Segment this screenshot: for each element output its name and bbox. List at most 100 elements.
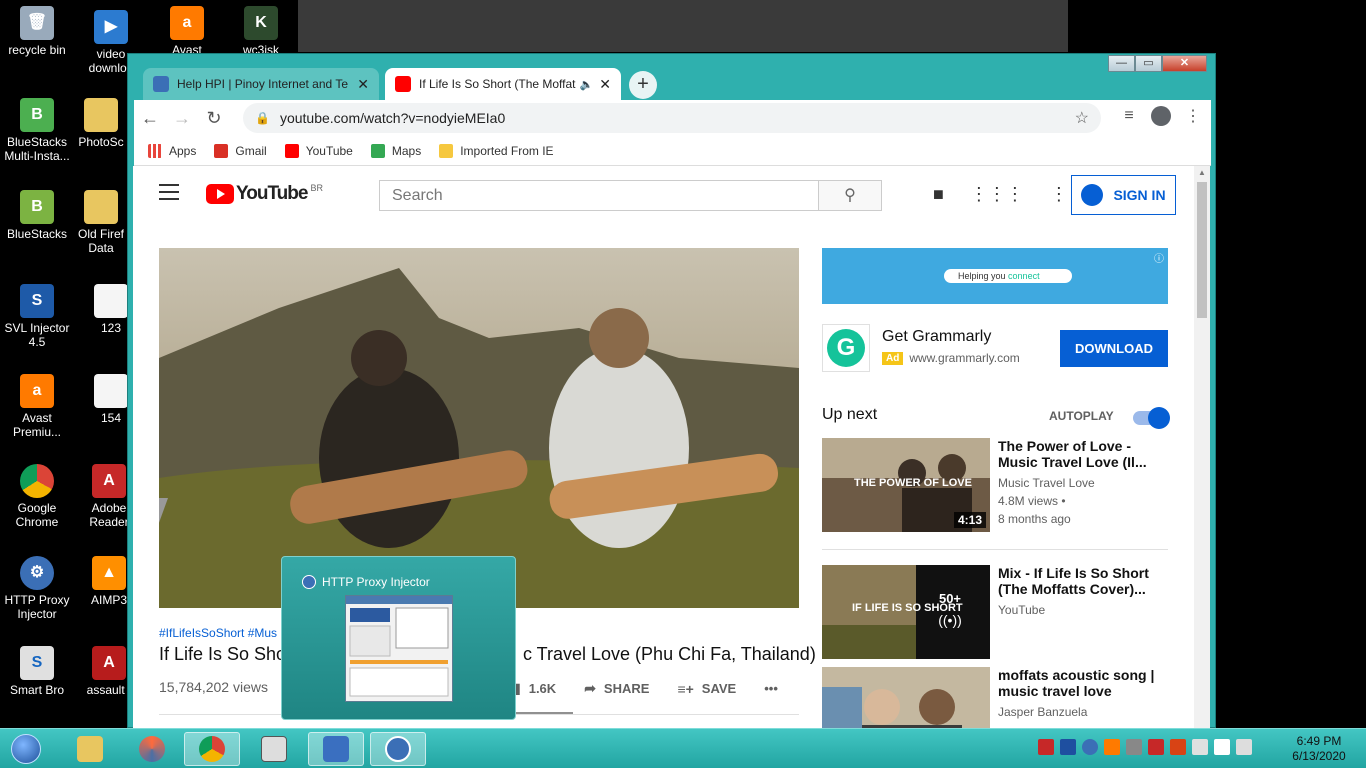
recommendation-channel: YouTube [998,603,1046,617]
system-clock[interactable]: 6:49 PM 6/13/2020 [1284,734,1354,764]
desktop-icon-recycle-bin[interactable]: 🗑 recycle bin [0,6,74,57]
recommendation-channel: Music Travel Love [998,476,1095,490]
clock-date: 6/13/2020 [1292,749,1346,763]
smart-bro-icon: S [20,646,54,680]
tray-volume-icon[interactable] [1192,739,1208,755]
app-swirl-icon [139,736,165,762]
taskbar-proxy-app[interactable] [308,732,364,766]
recommendation-title: The Power of Love - Music Travel Love (I… [998,438,1147,470]
recommendation-title: moffats acoustic song | music travel lov… [998,667,1155,699]
windows-orb-icon [11,734,41,764]
desktop-icon-smart-bro[interactable]: S Smart Bro [0,646,74,697]
desktop-icon-old-firefox-data[interactable]: Old Firef Data [74,190,128,255]
tray-flag-icon[interactable] [1214,739,1230,755]
recommendation-views: 4.8M views • [998,494,1066,508]
recommendation-thumbnail[interactable]: THE POWER OF LOVE 4:13 [822,438,990,532]
share-arrow-icon: ➦ [584,680,596,696]
svl-injector-icon: S [20,284,54,318]
tray-gear-icon[interactable] [1126,739,1142,755]
system-tray [1038,739,1252,755]
tray-shield-icon[interactable] [1148,739,1164,755]
recommendation-thumbnail[interactable] [822,667,990,728]
start-button[interactable] [6,733,46,765]
scroll-up-icon[interactable]: ▲ [1198,168,1206,177]
search-button[interactable]: ⚲ [818,180,882,211]
recommendation-item[interactable]: moffats acoustic song | music travel lov… [822,667,1168,728]
avast-icon: a [170,6,204,40]
http-proxy-injector-icon [302,575,316,589]
recommendation-item[interactable]: THE POWER OF LOVE 4:13 The Power of Love… [822,438,1168,532]
video-player[interactable] [159,248,799,608]
download-button[interactable]: DOWNLOAD [1060,330,1168,367]
apps-grid-icon[interactable]: ⋮⋮⋮ [970,184,1024,205]
svg-text:((•)): ((•)) [938,612,962,628]
video-title-left: If Life Is So Sho [159,644,287,664]
sign-in-button[interactable]: SIGN IN [1071,175,1176,215]
ad-info-icon[interactable]: ⓘ [1154,250,1164,265]
recommendation-channel: Jasper Banzuela [998,705,1088,719]
tray-monitor-icon[interactable] [1060,739,1076,755]
desktop-icon-avast[interactable]: a Avast [150,6,224,57]
video-hashtags[interactable]: #IfLifeIsSoShort #Mus [159,626,277,640]
recommendation-age: 8 months ago [998,512,1071,526]
ad-banner-bubble: Helping you connect [944,269,1072,283]
taskbar-thumbnail-preview[interactable]: HTTP Proxy Injector [281,556,516,720]
tray-avast-icon[interactable] [1104,739,1120,755]
taskbar-http-proxy-injector[interactable] [370,732,426,766]
recommendation-title: Mix - If Life Is So Short (The Moffatts … [998,565,1149,597]
tray-adobe-icon[interactable] [1038,739,1054,755]
video-downloader-icon: ▶ [94,10,128,44]
page-scrollbar[interactable]: ▲ [1194,166,1210,728]
recycle-bin-icon: 🗑 [20,6,54,40]
proxy-app-icon [323,736,349,762]
taskbar-app-swirl[interactable] [124,732,180,766]
tray-warning-icon[interactable] [1170,739,1186,755]
tray-proxy-icon[interactable] [1082,739,1098,755]
aimp-icon: ▲ [92,556,126,590]
thumbnail-image: IF LIFE IS SO SHORT 50+ ((•)) [822,565,990,659]
more-actions-button[interactable]: ••• [764,681,778,696]
preview-window-image [345,595,453,702]
recommendation-item[interactable]: IF LIFE IS SO SHORT 50+ ((•)) Mix - If L… [822,565,1168,659]
folder-icon [84,190,118,224]
desktop-icon-wc3isk[interactable]: K wc3isk [224,6,298,57]
video-duration: 4:13 [953,512,986,528]
assault-icon: A [92,646,126,680]
video-title-right: c Travel Love (Phu Chi Fa, Thailand) [523,644,816,664]
thumbnail-image [822,667,990,728]
ad-banner[interactable]: Helping you connect ⓘ [822,248,1168,304]
taskbar-explorer[interactable] [62,732,118,766]
autoplay-toggle[interactable] [1133,407,1170,429]
account-icon [1081,184,1104,206]
search-input[interactable]: Search [379,180,819,211]
desktop-icon-avast-premium[interactable]: a Avast Premiu... [0,374,74,439]
desktop-icon-photosc[interactable]: PhotoSc [74,98,128,149]
desktop-icon-bluestacks-multi[interactable]: B BlueStacks Multi-Insta... [0,98,74,163]
grammarly-logo[interactable]: G [822,324,870,372]
save-button[interactable]: ≡+ SAVE [677,681,736,697]
clock-time: 6:49 PM [1296,734,1342,748]
divider [822,549,1168,550]
settings-kebab-icon[interactable]: ⋮ [1050,184,1068,205]
taskbar-network[interactable] [246,732,302,766]
like-button[interactable]: ▮ 1.6K [513,680,556,697]
tray-network-icon[interactable] [1236,739,1252,755]
folder-icon [77,736,103,762]
svg-text:50+: 50+ [939,591,961,606]
hamburger-menu-icon[interactable] [159,184,179,205]
bluestacks-icon: B [20,190,54,224]
grammarly-g-icon: G [827,329,865,367]
adobe-reader-icon: A [92,464,126,498]
desktop-icon-http-proxy-injector[interactable]: ⚙ HTTP Proxy Injector [0,556,74,621]
youtube-logo[interactable]: YouTube BR [206,183,323,205]
desktop-icon-svl-injector[interactable]: S SVL Injector 4.5 [0,284,74,349]
create-video-icon[interactable]: ■ [933,184,944,205]
taskbar-chrome[interactable] [184,732,240,766]
recommendation-thumbnail[interactable]: IF LIFE IS SO SHORT 50+ ((•)) [822,565,990,659]
share-button[interactable]: ➦ SHARE [584,680,649,697]
scrollbar-thumb[interactable] [1197,182,1207,318]
ad-title[interactable]: Get Grammarly [882,328,991,346]
header-icons: ■ ⋮⋮⋮ ⋮ [933,184,1068,205]
desktop-icon-bluestacks[interactable]: B BlueStacks [0,190,74,241]
desktop-icon-google-chrome[interactable]: Google Chrome [0,464,74,529]
